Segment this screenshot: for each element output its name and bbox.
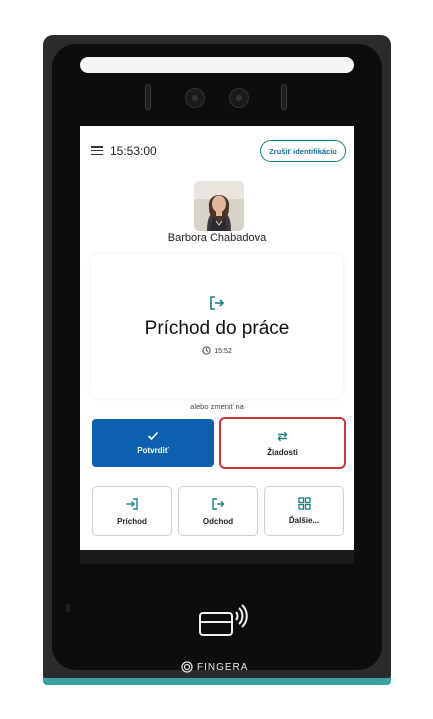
camera-left (185, 88, 205, 108)
more-label: Ďalšie... (288, 516, 320, 525)
requests-label: Žiadosti (267, 447, 298, 457)
confirm-label: Potvrdiť (137, 446, 169, 455)
indicator-light (66, 604, 70, 612)
screen-footer (80, 550, 354, 564)
requests-button[interactable]: Žiadosti (219, 417, 346, 469)
nfc-card-reader-icon (198, 604, 250, 643)
event-time-row: 15:52 (91, 346, 343, 357)
sensor-left (145, 84, 151, 110)
departure-button[interactable]: Odchod (178, 486, 258, 536)
arrival-button[interactable]: Príchod (92, 486, 172, 536)
clock: 15:53:00 (110, 144, 157, 158)
confirm-button[interactable]: Potvrdiť (92, 419, 214, 467)
check-icon (147, 431, 159, 443)
brand-name: FINGERA (197, 661, 249, 673)
menu-icon[interactable] (91, 146, 103, 155)
top-light-bar (80, 57, 354, 73)
departure-label: Odchod (202, 516, 234, 526)
camera-right (229, 88, 249, 108)
cancel-identification-button[interactable]: Zrušiť identifikáciu (260, 140, 346, 162)
user-name: Barbora Chabadova (167, 232, 267, 244)
arrow-out-icon (208, 294, 226, 317)
event-card: Príchod do práce 15:52 (91, 254, 343, 398)
grid-icon (297, 497, 311, 512)
arrow-in-icon (125, 497, 139, 513)
swap-icon (276, 430, 289, 445)
fingerprint-icon (181, 661, 193, 673)
sensor-right (281, 84, 287, 110)
avatar (194, 181, 244, 231)
arrival-label: Príchod (117, 516, 147, 526)
screen: 15:53:00 Zrušiť identifikáciu Barbora Ch… (80, 126, 354, 550)
device-base-strip (43, 678, 391, 685)
more-button[interactable]: Ďalšie... (264, 486, 344, 536)
or-change-label: alebo zmeniť na (190, 402, 244, 411)
event-time: 15:52 (214, 348, 232, 355)
event-title: Príchod do práce (144, 318, 290, 339)
arrow-out-icon (211, 497, 225, 513)
clock-icon (202, 346, 211, 357)
brand-logo: FINGERA (181, 661, 248, 673)
